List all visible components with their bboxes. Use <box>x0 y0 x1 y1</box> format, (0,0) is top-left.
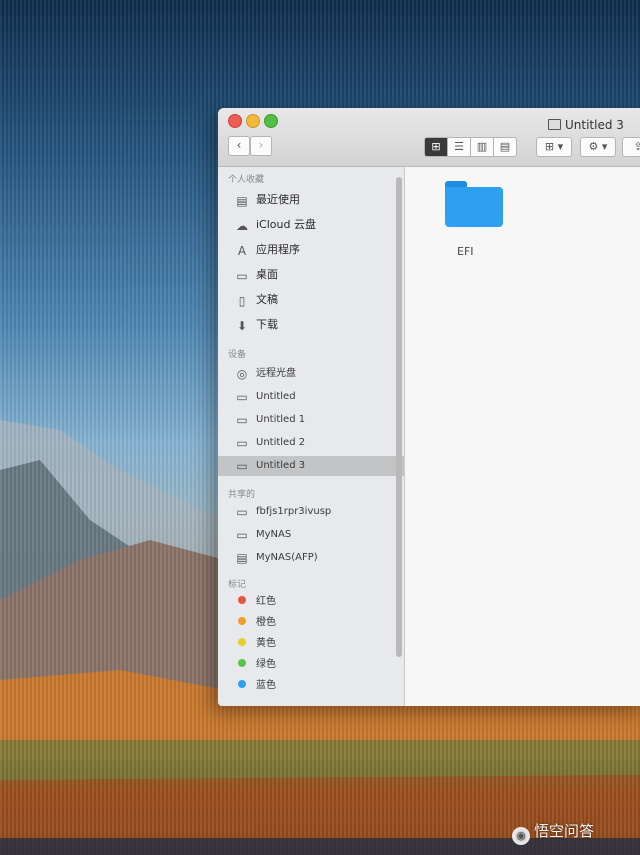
disk-icon: ▭ <box>236 390 248 404</box>
sidebar-item-recents[interactable]: ▤ 最近使用 <box>234 190 404 210</box>
sidebar-item-remote-disc[interactable]: ◎ 远程光盘 <box>234 364 404 384</box>
disk-icon: ▭ <box>236 459 248 473</box>
desktop-icon: ▭ <box>236 269 248 283</box>
disk-icon: ▭ <box>236 413 248 427</box>
window-title: Untitled 3 <box>548 118 624 132</box>
sidebar-item-documents[interactable]: ▯ 文稿 <box>234 290 404 310</box>
sidebar-item-applications[interactable]: A 应用程序 <box>234 240 404 260</box>
column-view-button[interactable]: ▥ <box>470 137 494 157</box>
blue-tag-dot-icon <box>238 680 246 688</box>
sidebar-tag-red[interactable]: 红色 <box>234 592 404 612</box>
optical-disc-icon: ◎ <box>236 367 248 381</box>
red-tag-dot-icon <box>238 596 246 604</box>
recents-icon: ▤ <box>236 194 248 208</box>
sidebar-item-untitled-3[interactable]: ▭ Untitled 3 <box>218 456 404 476</box>
back-button[interactable]: ‹ <box>228 136 250 156</box>
sidebar-tag-yellow[interactable]: 黄色 <box>234 634 404 654</box>
sidebar-item-untitled[interactable]: ▭ Untitled <box>234 387 404 407</box>
cover-flow-button[interactable]: ▤ <box>493 137 517 157</box>
documents-icon: ▯ <box>238 294 246 308</box>
watermark-logo-icon: ◉ <box>512 827 530 845</box>
shared-header: 共享的 <box>228 490 256 500</box>
sidebar-item-untitled-2[interactable]: ▭ Untitled 2 <box>234 433 404 453</box>
sidebar-tag-blue[interactable]: 蓝色 <box>234 676 404 696</box>
watermark: ◉ 悟空问答 <box>512 820 594 845</box>
watermark-text: 悟空问答 <box>534 822 595 840</box>
sidebar-item-mynas[interactable]: ▭ MyNAS <box>234 525 404 545</box>
sidebar-item-downloads[interactable]: ⬇ 下载 <box>234 315 404 335</box>
sidebar-item-untitled-1[interactable]: ▭ Untitled 1 <box>234 410 404 430</box>
sidebar-scrollbar[interactable] <box>396 177 402 657</box>
sidebar-tag-green[interactable]: 绿色 <box>234 655 404 675</box>
favorites-header: 个人收藏 <box>228 175 265 185</box>
icon-view-button[interactable]: ⊞ <box>424 137 448 157</box>
sidebar-item-icloud[interactable]: ☁ iCloud 云盘 <box>234 215 404 235</box>
action-gear-button[interactable]: ⚙ ▾ <box>580 137 616 157</box>
devices-header: 设备 <box>228 350 247 360</box>
applications-icon: A <box>237 244 247 258</box>
tags-header: 标记 <box>228 580 247 590</box>
computer-icon: ▭ <box>236 528 248 542</box>
orange-tag-dot-icon <box>238 617 246 625</box>
sidebar: 个人收藏 ▤ 最近使用 ☁ iCloud 云盘 A 应用程序 ▭ 桌面 ▯ 文稿 ⬇ 下载 … <box>218 167 405 706</box>
sidebar-tag-orange[interactable]: 橙色 <box>234 613 404 633</box>
close-button[interactable] <box>228 114 242 128</box>
window-titlebar[interactable]: Untitled 3 ‹ › ⊞ ☰ ▥ ▤ ⊞ ▾ ⚙ ▾ ⇪ <box>218 108 640 167</box>
disk-icon: ▭ <box>236 436 248 450</box>
share-button[interactable]: ⇪ <box>622 137 640 157</box>
sidebar-item-mynas-afp[interactable]: ▤ MyNAS(AFP) <box>234 548 404 568</box>
server-icon: ▤ <box>236 551 248 565</box>
maximize-button[interactable] <box>264 114 278 128</box>
computer-icon: ▭ <box>236 505 248 519</box>
minimize-button[interactable] <box>246 114 260 128</box>
folder-body-shape <box>445 187 503 227</box>
sidebar-item-desktop[interactable]: ▭ 桌面 <box>234 265 404 285</box>
folder-label[interactable]: EFI <box>457 245 474 258</box>
yellow-tag-dot-icon <box>238 638 246 646</box>
finder-window: Untitled 3 ‹ › ⊞ ☰ ▥ ▤ ⊞ ▾ ⚙ ▾ ⇪ 个人收藏 ▤ 最… <box>218 108 640 706</box>
forward-button[interactable]: › <box>250 136 272 156</box>
downloads-icon: ⬇ <box>236 319 248 333</box>
list-view-button[interactable]: ☰ <box>447 137 471 157</box>
sidebar-item-shared-pc[interactable]: ▭ fbfjs1rpr3ivusp <box>234 502 404 522</box>
cloud-icon: ☁ <box>236 219 248 233</box>
green-tag-dot-icon <box>238 659 246 667</box>
disk-icon <box>548 119 561 130</box>
file-content-area: EFI <box>405 167 640 706</box>
window-title-text: Untitled 3 <box>565 118 624 132</box>
folder-icon[interactable] <box>445 181 503 227</box>
arrange-button[interactable]: ⊞ ▾ <box>536 137 572 157</box>
